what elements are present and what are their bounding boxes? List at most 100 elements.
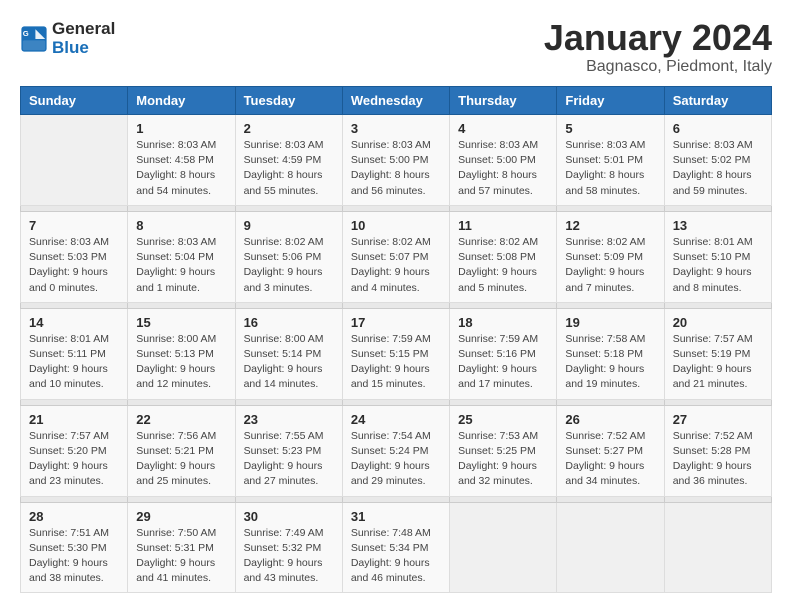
day-cell (664, 502, 771, 593)
day-info: Sunrise: 7:55 AMSunset: 5:23 PMDaylight:… (244, 429, 334, 490)
day-cell: 7 Sunrise: 8:03 AMSunset: 5:03 PMDaylight… (21, 211, 128, 302)
day-number: 26 (565, 412, 655, 427)
day-number: 19 (565, 315, 655, 330)
header-day-monday: Monday (128, 87, 235, 115)
day-cell: 22Sunrise: 7:56 AMSunset: 5:21 PMDayligh… (128, 405, 235, 496)
day-info: Sunrise: 7:57 AMSunset: 5:19 PMDaylight:… (673, 332, 763, 393)
day-info: Sunrise: 8:03 AMSunset: 5:03 PMDaylight:… (29, 235, 119, 296)
day-number: 22 (136, 412, 226, 427)
day-cell: 17 Sunrise: 7:59 AMSunset: 5:15 PMDayligh… (342, 308, 449, 399)
header-day-sunday: Sunday (21, 87, 128, 115)
logo: G General Blue (20, 20, 115, 57)
week-row-5: 28 Sunrise: 7:51 AMSunset: 5:30 PMDayligh… (21, 502, 772, 593)
day-cell: 27Sunrise: 7:52 AMSunset: 5:28 PMDayligh… (664, 405, 771, 496)
header-row: SundayMondayTuesdayWednesdayThursdayFrid… (21, 87, 772, 115)
day-number: 4 (458, 121, 548, 136)
day-number: 21 (29, 412, 119, 427)
week-row-1: 1Sunrise: 8:03 AMSunset: 4:58 PMDaylight… (21, 115, 772, 206)
day-number: 6 (673, 121, 763, 136)
day-cell: 3Sunrise: 8:03 AMSunset: 5:00 PMDaylight… (342, 115, 449, 206)
logo-line2: Blue (52, 39, 115, 58)
day-cell (557, 502, 664, 593)
day-number: 31 (351, 509, 441, 524)
location-subtitle: Bagnasco, Piedmont, Italy (544, 58, 772, 76)
day-number: 2 (244, 121, 334, 136)
day-cell: 14Sunrise: 8:01 AMSunset: 5:11 PMDayligh… (21, 308, 128, 399)
svg-text:G: G (23, 29, 29, 38)
day-cell: 29 Sunrise: 7:50 AMSunset: 5:31 PMDayligh… (128, 502, 235, 593)
day-cell: 25Sunrise: 7:53 AMSunset: 5:25 PMDayligh… (450, 405, 557, 496)
day-number: 12 (565, 218, 655, 233)
day-number: 15 (136, 315, 226, 330)
day-info: Sunrise: 7:51 AMSunset: 5:30 PMDaylight:… (29, 526, 119, 587)
day-cell: 8Sunrise: 8:03 AMSunset: 5:04 PMDaylight… (128, 211, 235, 302)
day-info: Sunrise: 7:48 AMSunset: 5:34 PMDaylight:… (351, 526, 441, 587)
day-info: Sunrise: 7:59 AMSunset: 5:16 PMDaylight:… (458, 332, 548, 393)
day-cell: 12 Sunrise: 8:02 AMSunset: 5:09 PMDayligh… (557, 211, 664, 302)
day-info: Sunrise: 7:57 AMSunset: 5:20 PMDaylight:… (29, 429, 119, 490)
day-info: Sunrise: 8:00 AMSunset: 5:14 PMDaylight:… (244, 332, 334, 393)
calendar-table: SundayMondayTuesdayWednesdayThursdayFrid… (20, 86, 772, 593)
day-cell: 19 Sunrise: 7:58 AMSunset: 5:18 PMDayligh… (557, 308, 664, 399)
day-cell: 21 Sunrise: 7:57 AMSunset: 5:20 PMDayligh… (21, 405, 128, 496)
day-number: 9 (244, 218, 334, 233)
day-cell: 1Sunrise: 8:03 AMSunset: 4:58 PMDaylight… (128, 115, 235, 206)
day-number: 14 (29, 315, 119, 330)
day-number: 29 (136, 509, 226, 524)
day-number: 8 (136, 218, 226, 233)
day-cell: 28 Sunrise: 7:51 AMSunset: 5:30 PMDayligh… (21, 502, 128, 593)
day-number: 10 (351, 218, 441, 233)
day-cell (21, 115, 128, 206)
day-info: Sunrise: 8:00 AMSunset: 5:13 PMDaylight:… (136, 332, 226, 393)
day-cell: 31 Sunrise: 7:48 AMSunset: 5:34 PMDayligh… (342, 502, 449, 593)
day-info: Sunrise: 8:02 AMSunset: 5:09 PMDaylight:… (565, 235, 655, 296)
day-number: 28 (29, 509, 119, 524)
logo-icon: G (20, 25, 48, 53)
day-number: 16 (244, 315, 334, 330)
day-number: 25 (458, 412, 548, 427)
day-cell: 24Sunrise: 7:54 AMSunset: 5:24 PMDayligh… (342, 405, 449, 496)
day-number: 11 (458, 218, 548, 233)
day-number: 30 (244, 509, 334, 524)
day-info: Sunrise: 7:54 AMSunset: 5:24 PMDaylight:… (351, 429, 441, 490)
day-number: 13 (673, 218, 763, 233)
day-info: Sunrise: 7:52 AMSunset: 5:28 PMDaylight:… (673, 429, 763, 490)
day-cell: 5 Sunrise: 8:03 AMSunset: 5:01 PMDaylight… (557, 115, 664, 206)
day-cell: 26 Sunrise: 7:52 AMSunset: 5:27 PMDayligh… (557, 405, 664, 496)
day-cell: 2Sunrise: 8:03 AMSunset: 4:59 PMDaylight… (235, 115, 342, 206)
day-cell: 16 Sunrise: 8:00 AMSunset: 5:14 PMDayligh… (235, 308, 342, 399)
day-number: 23 (244, 412, 334, 427)
day-number: 5 (565, 121, 655, 136)
week-row-4: 21 Sunrise: 7:57 AMSunset: 5:20 PMDayligh… (21, 405, 772, 496)
day-cell: 20 Sunrise: 7:57 AMSunset: 5:19 PMDayligh… (664, 308, 771, 399)
day-info: Sunrise: 8:03 AMSunset: 5:00 PMDaylight:… (351, 138, 441, 199)
day-number: 18 (458, 315, 548, 330)
month-title: January 2024 (544, 20, 772, 56)
week-row-3: 14Sunrise: 8:01 AMSunset: 5:11 PMDayligh… (21, 308, 772, 399)
day-info: Sunrise: 7:59 AMSunset: 5:15 PMDaylight:… (351, 332, 441, 393)
day-info: Sunrise: 8:03 AMSunset: 5:01 PMDaylight:… (565, 138, 655, 199)
logo-line1: General (52, 20, 115, 39)
day-number: 20 (673, 315, 763, 330)
header-day-tuesday: Tuesday (235, 87, 342, 115)
day-info: Sunrise: 8:02 AMSunset: 5:08 PMDaylight:… (458, 235, 548, 296)
header-day-saturday: Saturday (664, 87, 771, 115)
day-info: Sunrise: 8:03 AMSunset: 5:02 PMDaylight:… (673, 138, 763, 199)
day-info: Sunrise: 7:52 AMSunset: 5:27 PMDaylight:… (565, 429, 655, 490)
day-cell: 30Sunrise: 7:49 AMSunset: 5:32 PMDayligh… (235, 502, 342, 593)
day-number: 7 (29, 218, 119, 233)
day-info: Sunrise: 7:58 AMSunset: 5:18 PMDaylight:… (565, 332, 655, 393)
header-day-wednesday: Wednesday (342, 87, 449, 115)
header-day-friday: Friday (557, 87, 664, 115)
day-cell: 18 Sunrise: 7:59 AMSunset: 5:16 PMDayligh… (450, 308, 557, 399)
week-row-2: 7 Sunrise: 8:03 AMSunset: 5:03 PMDaylight… (21, 211, 772, 302)
day-number: 17 (351, 315, 441, 330)
day-info: Sunrise: 7:50 AMSunset: 5:31 PMDaylight:… (136, 526, 226, 587)
day-cell: 6 Sunrise: 8:03 AMSunset: 5:02 PMDaylight… (664, 115, 771, 206)
header: G General Blue January 2024 Bagnasco, Pi… (20, 20, 772, 76)
day-info: Sunrise: 8:01 AMSunset: 5:10 PMDaylight:… (673, 235, 763, 296)
day-info: Sunrise: 8:02 AMSunset: 5:07 PMDaylight:… (351, 235, 441, 296)
day-info: Sunrise: 8:03 AMSunset: 5:00 PMDaylight:… (458, 138, 548, 199)
header-day-thursday: Thursday (450, 87, 557, 115)
day-cell: 10 Sunrise: 8:02 AMSunset: 5:07 PMDayligh… (342, 211, 449, 302)
